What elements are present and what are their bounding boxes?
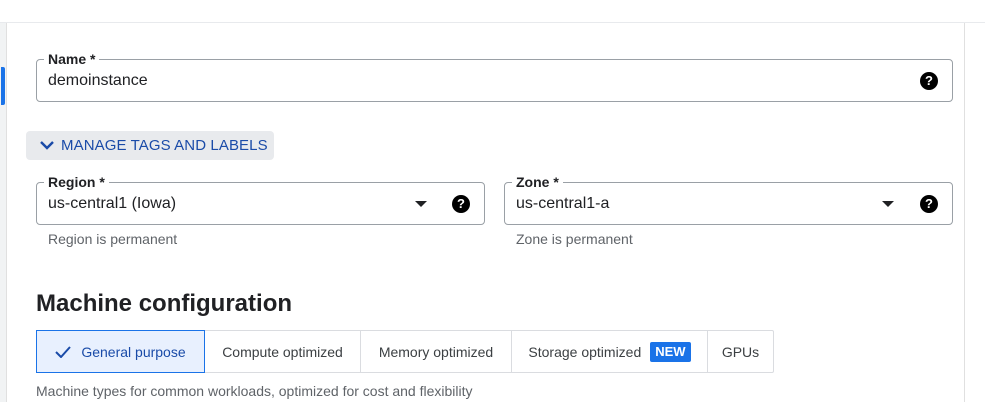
tab-label: GPUs: [721, 343, 760, 360]
tab-general-purpose[interactable]: General purpose: [36, 330, 205, 373]
machine-family-tabs: General purpose Compute optimized Memory…: [36, 330, 774, 373]
region-field-label: Region *: [44, 174, 109, 190]
region-field-value: us-central1 (Iowa): [48, 195, 177, 212]
name-field[interactable]: Name * demoinstance ?: [36, 51, 953, 102]
help-icon[interactable]: ?: [920, 195, 938, 213]
machine-family-description: Machine types for common workloads, opti…: [36, 383, 473, 399]
name-field-label: Name *: [44, 51, 100, 67]
tab-label: Compute optimized: [222, 343, 343, 360]
region-select[interactable]: Region * us-central1 (Iowa) ?: [36, 174, 485, 225]
tab-compute-optimized[interactable]: Compute optimized: [205, 331, 361, 372]
name-field-value[interactable]: demoinstance: [48, 71, 148, 91]
zone-field-label: Zone *: [512, 174, 563, 190]
help-icon[interactable]: ?: [452, 195, 470, 213]
manage-tags-and-labels-button[interactable]: MANAGE TAGS AND LABELS: [26, 131, 274, 160]
tab-gpus[interactable]: GPUs: [708, 331, 773, 372]
help-icon[interactable]: ?: [920, 72, 938, 90]
dropdown-arrow-icon[interactable]: [882, 201, 894, 207]
zone-hint: Zone is permanent: [516, 231, 633, 247]
tab-label: Storage optimized: [528, 343, 642, 360]
chevron-down-icon: [40, 141, 54, 150]
nav-selection-indicator: [1, 67, 5, 105]
top-bar: [0, 0, 985, 23]
check-icon: [55, 345, 72, 358]
right-side-panel: [964, 23, 985, 402]
left-navigation-rail: [0, 23, 7, 402]
tab-memory-optimized[interactable]: Memory optimized: [361, 331, 512, 372]
dropdown-arrow-icon[interactable]: [415, 201, 427, 207]
tab-label: General purpose: [81, 343, 186, 360]
tab-label: Memory optimized: [378, 343, 494, 360]
zone-select[interactable]: Zone * us-central1-a ?: [504, 174, 953, 225]
zone-field-value: us-central1-a: [516, 195, 610, 212]
machine-configuration-heading: Machine configuration: [36, 290, 293, 317]
manage-tags-label: MANAGE TAGS AND LABELS: [61, 137, 268, 154]
new-badge: NEW: [650, 341, 691, 362]
region-hint: Region is permanent: [48, 231, 178, 247]
tab-storage-optimized[interactable]: Storage optimized NEW: [512, 331, 708, 372]
